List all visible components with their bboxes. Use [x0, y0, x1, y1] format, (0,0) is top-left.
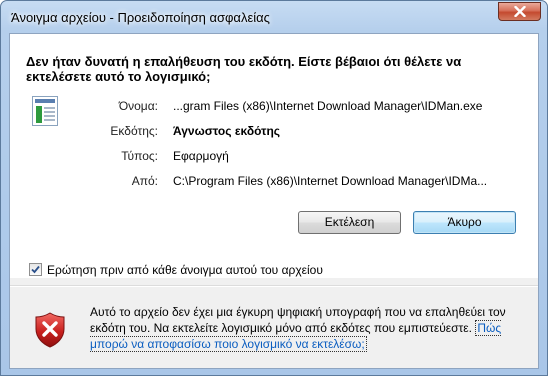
- detail-row-name: Όνομα: ...gram Files (x86)\Internet Down…: [10, 98, 538, 114]
- publisher-label: Εκδότης:: [110, 124, 158, 138]
- dialog-content-panel: Δεν ήταν δυνατή η επαλήθευση του εκδότη.…: [10, 34, 538, 278]
- name-value: ...gram Files (x86)\Internet Download Ma…: [173, 99, 483, 113]
- security-warning-window: Άνοιγμα αρχείου - Προειδοποίηση ασφαλεία…: [0, 0, 548, 376]
- warning-text: Αυτό το αρχείο δεν έχει μια έγκυρη ψηφια…: [90, 305, 506, 335]
- cancel-button[interactable]: Άκυρο: [413, 211, 516, 234]
- run-button[interactable]: Εκτέλεση: [298, 211, 401, 234]
- dialog-client-area: Δεν ήταν δυνατή η επαλήθευση του εκδότη.…: [9, 33, 539, 369]
- close-button[interactable]: [498, 2, 541, 21]
- title-bar[interactable]: Άνοιγμα αρχείου - Προειδοποίηση ασφαλεία…: [1, 1, 547, 33]
- from-value: C:\Program Files (x86)\Internet Download…: [173, 174, 488, 188]
- ask-before-open-checkbox[interactable]: [29, 263, 42, 276]
- detail-row-from: Από: C:\Program Files (x86)\Internet Dow…: [10, 173, 538, 189]
- name-label: Όνομα:: [118, 99, 158, 113]
- publisher-value: Άγνωστος εκδότης: [173, 124, 281, 138]
- checkmark-icon: [31, 265, 40, 274]
- ask-before-open-label[interactable]: Ερώτηση πριν από κάθε άνοιγμα αυτού του …: [47, 262, 323, 278]
- type-label: Τύπος:: [121, 149, 158, 163]
- detail-row-type: Τύπος: Εφαρμογή: [10, 148, 538, 164]
- close-icon: [513, 6, 526, 17]
- section-divider: [10, 285, 538, 287]
- warning-heading: Δεν ήταν δυνατή η επαλήθευση του εκδότη.…: [26, 54, 462, 84]
- security-shield-icon: [35, 312, 65, 348]
- from-label: Από:: [131, 174, 158, 188]
- window-title: Άνοιγμα αρχείου - Προειδοποίηση ασφαλεία…: [11, 10, 270, 25]
- warning-message: Αυτό το αρχείο δεν έχει μια έγκυρη ψηφια…: [90, 304, 530, 352]
- detail-row-publisher: Εκδότης: Άγνωστος εκδότης: [10, 123, 538, 139]
- type-value: Εφαρμογή: [173, 149, 229, 163]
